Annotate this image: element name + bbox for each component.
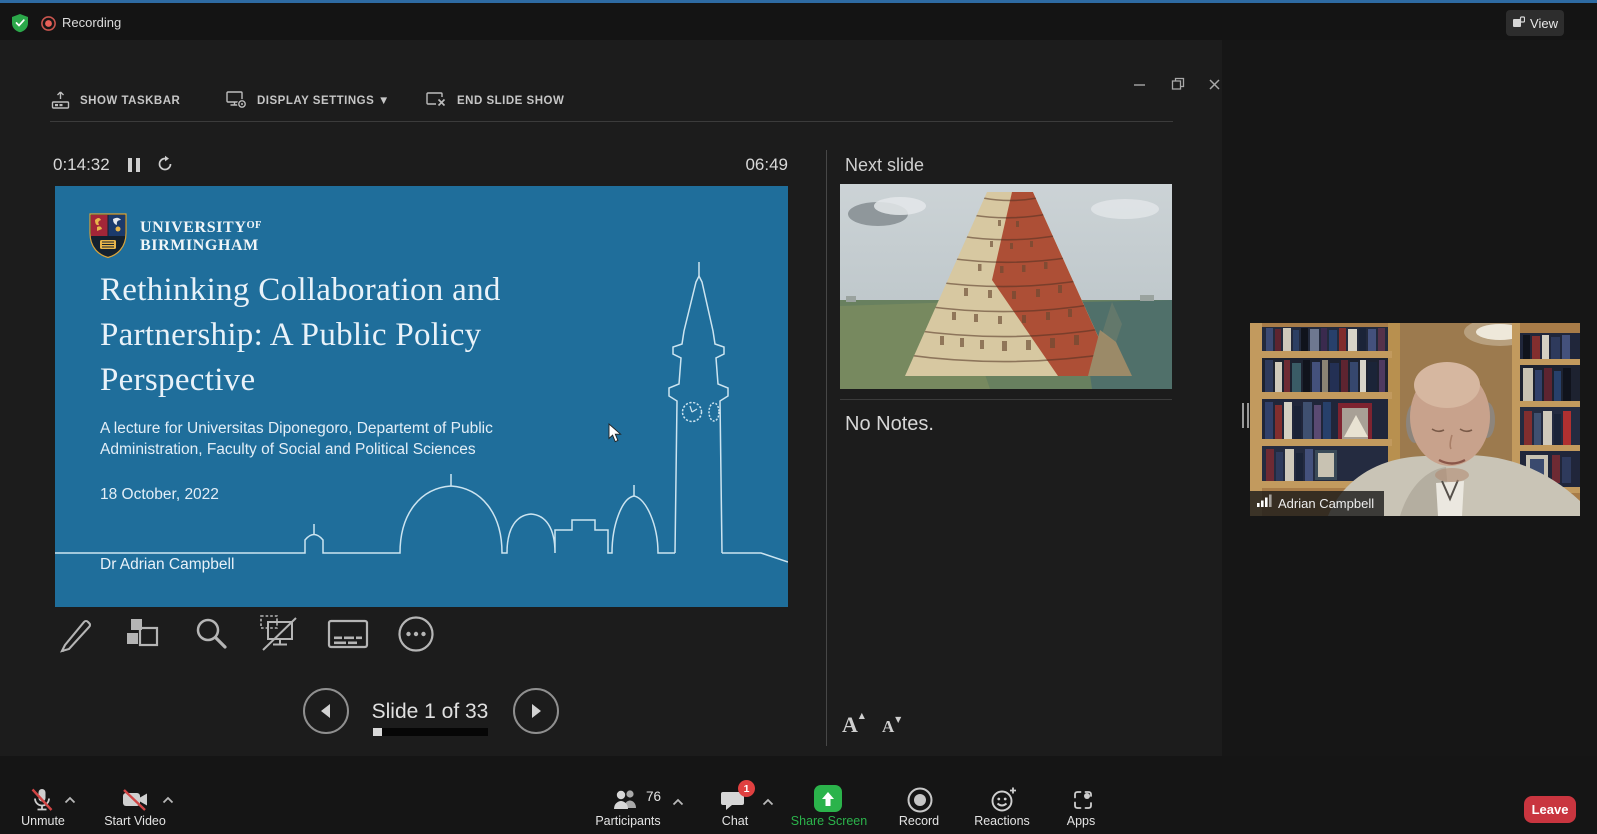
tower-of-babel-image — [840, 184, 1172, 389]
close-button[interactable] — [1198, 70, 1230, 98]
more-options-button[interactable] — [395, 613, 437, 655]
display-settings-icon — [225, 89, 248, 114]
previous-slide-button[interactable] — [303, 688, 349, 734]
pause-timer-button[interactable] — [128, 158, 144, 173]
video-resize-handle[interactable] — [1242, 403, 1249, 428]
webcam-frame — [1250, 323, 1580, 516]
reactions-icon[interactable] — [990, 786, 1018, 817]
see-all-slides-button[interactable] — [123, 613, 165, 655]
next-slide-label: Next slide — [845, 155, 924, 176]
start-video-label[interactable]: Start Video — [100, 814, 170, 828]
display-settings-button[interactable]: DISPLAY SETTINGS ▼ — [225, 88, 390, 114]
zoom-meeting-window: Recording View SHOW TASKBAR DISPLAY SETT… — [0, 0, 1597, 834]
mouse-cursor — [608, 423, 622, 448]
taskbar-icon — [50, 89, 71, 113]
end-slide-show-icon — [425, 89, 448, 114]
apps-label[interactable]: Apps — [1048, 814, 1114, 828]
participants-count: 76 — [646, 789, 661, 804]
caret-down-icon: ▼ — [895, 715, 901, 724]
captions-button[interactable] — [327, 613, 369, 655]
slide-counter: Slide 1 of 33 — [355, 700, 505, 724]
slide-author: Dr Adrian Campbell — [100, 556, 234, 574]
record-label[interactable]: Record — [880, 814, 958, 828]
share-screen-icon[interactable] — [814, 785, 842, 812]
chat-label[interactable]: Chat — [704, 814, 766, 828]
record-icon[interactable] — [906, 786, 934, 817]
participants-icon[interactable] — [612, 788, 640, 813]
participant-name-tag: Adrian Campbell — [1250, 491, 1384, 516]
connection-signal-icon — [1257, 494, 1272, 512]
participants-label[interactable]: Participants — [582, 814, 674, 828]
view-button[interactable]: View — [1506, 10, 1564, 36]
caret-up-icon: ▲ — [859, 711, 865, 720]
reactions-label[interactable]: Reactions — [958, 814, 1046, 828]
pen-tool-button[interactable] — [55, 613, 97, 655]
university-crest-icon — [88, 212, 128, 259]
current-slide[interactable]: UNIVERSITYOF BIRMINGHAM Rethinking Colla… — [55, 186, 788, 607]
elapsed-timer: 0:14:32 — [53, 155, 110, 175]
leave-button[interactable]: Leave — [1524, 796, 1576, 823]
recording-label: Recording — [62, 15, 121, 30]
recording-indicator-icon — [41, 16, 56, 36]
increase-font-button[interactable]: A▲ — [842, 712, 858, 738]
meeting-top-bar: Recording View — [0, 3, 1597, 40]
university-of-birmingham-logo: UNIVERSITYOF BIRMINGHAM — [88, 212, 262, 259]
view-icon — [1512, 16, 1525, 31]
black-screen-button[interactable] — [259, 613, 301, 655]
university-wordmark: UNIVERSITYOF BIRMINGHAM — [140, 217, 262, 255]
unmute-label[interactable]: Unmute — [13, 814, 73, 828]
restore-button[interactable] — [1162, 70, 1194, 98]
minimize-button[interactable] — [1123, 70, 1155, 98]
next-slide-thumbnail[interactable] — [840, 184, 1172, 389]
progress-knob — [373, 728, 382, 736]
participants-options-chevron[interactable] — [672, 794, 684, 809]
participant-video[interactable]: Adrian Campbell — [1250, 323, 1580, 516]
slide-date: 18 October, 2022 — [100, 486, 219, 504]
participant-name: Adrian Campbell — [1278, 496, 1374, 511]
muted-microphone-icon[interactable] — [28, 786, 56, 817]
slide-subtitle: A lecture for Universitas Diponegoro, De… — [100, 419, 493, 460]
slide-progress-bar[interactable] — [373, 728, 488, 736]
toolbar-separator — [50, 121, 1173, 122]
video-options-chevron[interactable] — [162, 792, 174, 807]
chat-unread-badge: 1 — [738, 780, 755, 797]
end-slide-show-button[interactable]: END SLIDE SHOW — [425, 88, 564, 114]
apps-icon[interactable] — [1070, 787, 1096, 816]
show-taskbar-button[interactable]: SHOW TASKBAR — [50, 88, 180, 114]
share-screen-label[interactable]: Share Screen — [783, 814, 875, 828]
panel-divider — [826, 150, 827, 746]
slide-tools-toolbar — [55, 613, 437, 655]
notes-text: No Notes. — [845, 413, 934, 436]
current-time: 06:49 — [698, 155, 788, 175]
zoom-slide-button[interactable] — [191, 613, 233, 655]
encryption-shield-icon — [10, 13, 30, 38]
audio-options-chevron[interactable] — [64, 792, 76, 807]
next-slide-button[interactable] — [513, 688, 559, 734]
restart-timer-button[interactable] — [156, 155, 174, 176]
start-video-icon[interactable] — [120, 787, 150, 816]
decrease-font-button[interactable]: A▼ — [882, 717, 894, 737]
notes-separator — [840, 399, 1172, 400]
slide-title: Rethinking Collaboration and Partnership… — [100, 268, 501, 403]
chat-options-chevron[interactable] — [762, 794, 774, 809]
